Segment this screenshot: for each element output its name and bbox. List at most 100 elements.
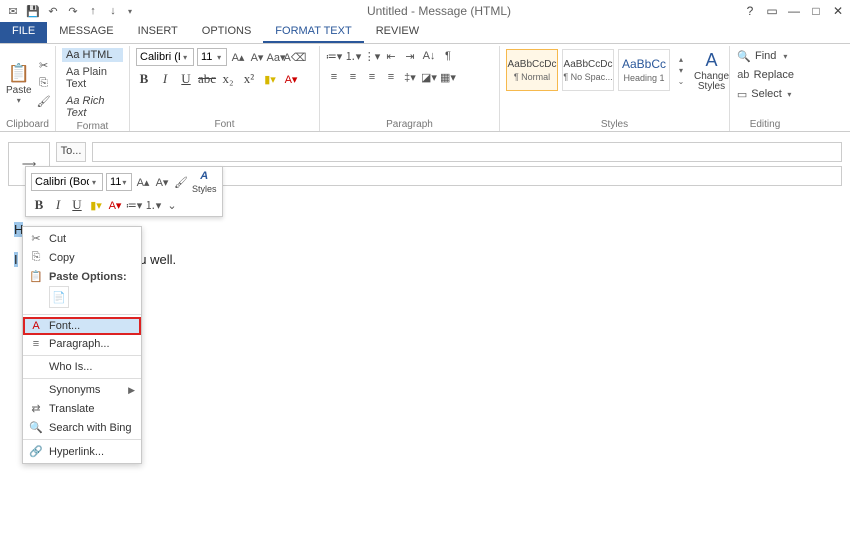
maximize-icon[interactable]: □: [808, 4, 824, 18]
justify-icon[interactable]: ≡: [383, 69, 399, 85]
change-case-icon[interactable]: Aa▾: [268, 49, 284, 65]
sort-icon[interactable]: A↓: [421, 48, 437, 64]
superscript-button[interactable]: x²: [241, 71, 257, 87]
subscript-button[interactable]: x₂: [220, 71, 236, 87]
align-left-icon[interactable]: ≡: [326, 69, 342, 85]
qa-dropdown-icon[interactable]: ↓: [104, 2, 122, 20]
ctx-translate[interactable]: ⇄Translate: [23, 399, 141, 418]
ctx-search-bing[interactable]: 🔍Search with Bing: [23, 418, 141, 437]
align-center-icon[interactable]: ≡: [345, 69, 361, 85]
strike-button[interactable]: abc: [199, 71, 215, 87]
ctx-copy[interactable]: ⎘Copy: [23, 248, 141, 267]
help-icon[interactable]: ?: [742, 4, 758, 18]
styles-scroll-down-icon[interactable]: ▾: [675, 66, 687, 75]
style-heading-1[interactable]: AaBbCc Heading 1: [618, 49, 670, 91]
find-button[interactable]: 🔍Find▾: [736, 48, 794, 64]
redo-icon[interactable]: ↷: [64, 2, 82, 20]
shading-icon[interactable]: ◪▾: [421, 69, 437, 85]
mini-font-size[interactable]: ▾: [106, 173, 132, 191]
outdent-icon[interactable]: ⇤: [383, 48, 399, 64]
tab-options[interactable]: OPTIONS: [190, 22, 264, 43]
ribbon-tabs: FILE MESSAGE INSERT OPTIONS FORMAT TEXT …: [0, 22, 850, 44]
ctx-cut[interactable]: ✂Cut: [23, 229, 141, 248]
ctx-paragraph[interactable]: ≡Paragraph...: [23, 335, 141, 353]
format-html-button[interactable]: Aa HTML: [62, 48, 123, 62]
replace-button[interactable]: abReplace: [736, 67, 794, 83]
quick-access-toolbar: ✉ 💾 ↶ ↷ ↑ ↓ ▾: [4, 2, 136, 20]
cut-icon: ✂: [29, 232, 43, 245]
tab-insert[interactable]: INSERT: [126, 22, 190, 43]
bold-button[interactable]: B: [136, 71, 152, 87]
line-spacing-icon[interactable]: ‡▾: [402, 69, 418, 85]
mini-format-painter-icon[interactable]: 🖌: [173, 174, 189, 190]
undo-icon[interactable]: ↶: [44, 2, 62, 20]
chevron-down-icon[interactable]: ▾: [13, 96, 25, 105]
bullets-icon[interactable]: ≔▾: [326, 48, 342, 64]
font-dialog-icon: A: [29, 320, 43, 332]
ribbon-toggle-icon[interactable]: ▭: [764, 4, 780, 18]
paste-icon: 📋: [7, 61, 31, 85]
window-title: Untitled - Message (HTML): [136, 4, 742, 18]
grow-font-icon[interactable]: A▴: [230, 49, 246, 65]
tab-message[interactable]: MESSAGE: [47, 22, 125, 43]
paste-keep-source-icon[interactable]: 📄: [49, 286, 69, 308]
styles-scroll-up-icon[interactable]: ▴: [675, 55, 687, 64]
format-plain-button[interactable]: Aa Plain Text: [62, 65, 123, 91]
mini-styles-expand[interactable]: ⌄: [164, 197, 180, 213]
select-button[interactable]: ▭Select▾: [736, 86, 794, 102]
translate-icon: ⇄: [29, 402, 43, 415]
minimize-icon[interactable]: —: [786, 4, 802, 18]
show-marks-icon[interactable]: ¶: [440, 48, 456, 64]
mini-font-color[interactable]: A▾: [107, 197, 123, 213]
font-face-combo[interactable]: ▾: [136, 48, 194, 66]
ctx-synonyms[interactable]: Synonyms▶: [23, 381, 141, 399]
mini-numbering[interactable]: ⒈▾: [145, 197, 161, 213]
cut-icon[interactable]: ✂: [36, 57, 52, 73]
underline-button[interactable]: U: [178, 71, 194, 87]
style-normal[interactable]: AaBbCcDc ¶ Normal: [506, 49, 558, 91]
multilevel-icon[interactable]: ⋮▾: [364, 48, 380, 64]
ctx-hyperlink[interactable]: 🔗Hyperlink...: [23, 442, 141, 461]
tab-file[interactable]: FILE: [0, 22, 47, 43]
mini-underline[interactable]: U: [69, 197, 85, 213]
clear-format-icon[interactable]: A⌫: [287, 49, 303, 65]
change-styles-button[interactable]: A Change Styles: [694, 48, 729, 92]
highlight-button[interactable]: ▮▾: [262, 71, 278, 87]
tab-review[interactable]: REVIEW: [364, 22, 431, 43]
format-rich-button[interactable]: Aa Rich Text: [62, 94, 123, 120]
indent-icon[interactable]: ⇥: [402, 48, 418, 64]
ctx-separator: [23, 314, 141, 315]
mini-bullets[interactable]: ≔▾: [126, 197, 142, 213]
font-color-button[interactable]: A▾: [283, 71, 299, 87]
format-painter-icon[interactable]: 🖌: [36, 93, 52, 109]
save-icon[interactable]: 💾: [24, 2, 42, 20]
styles-expand-icon[interactable]: ⌄: [675, 77, 687, 86]
numbering-icon[interactable]: ⒈▾: [345, 48, 361, 64]
mini-highlight[interactable]: ▮▾: [88, 197, 104, 213]
close-icon[interactable]: ✕: [830, 4, 846, 18]
copy-icon[interactable]: ⎘: [36, 75, 52, 91]
ctx-who-is[interactable]: Who Is...: [23, 358, 141, 376]
paste-icon: 📋: [29, 270, 43, 283]
mini-italic[interactable]: I: [50, 197, 66, 213]
to-button[interactable]: To...: [56, 142, 86, 162]
borders-icon[interactable]: ▦▾: [440, 69, 456, 85]
mini-bold[interactable]: B: [31, 197, 47, 213]
qa-more-icon[interactable]: ↑: [84, 2, 102, 20]
style-no-spacing[interactable]: AaBbCcDc ¶ No Spac...: [562, 49, 614, 91]
ctx-font[interactable]: AFont...: [23, 317, 141, 335]
context-menu: ✂Cut ⎘Copy 📋Paste Options: 📄 AFont... ≡P…: [22, 226, 142, 464]
font-size-combo[interactable]: ▾: [197, 48, 227, 66]
shrink-font-icon[interactable]: A▾: [249, 49, 265, 65]
qa-customize-icon[interactable]: ▾: [124, 2, 136, 20]
paste-button[interactable]: 📋 Paste ▾: [6, 48, 32, 118]
mini-shrink-font-icon[interactable]: A▾: [154, 174, 170, 190]
app-icon: ✉: [4, 2, 22, 20]
mini-grow-font-icon[interactable]: A▴: [135, 174, 151, 190]
mini-font-face[interactable]: ▾: [31, 173, 103, 191]
italic-button[interactable]: I: [157, 71, 173, 87]
ctx-paste-options-header: 📋Paste Options:: [23, 267, 141, 286]
tab-format-text[interactable]: FORMAT TEXT: [263, 22, 363, 43]
to-field[interactable]: [92, 142, 842, 162]
align-right-icon[interactable]: ≡: [364, 69, 380, 85]
